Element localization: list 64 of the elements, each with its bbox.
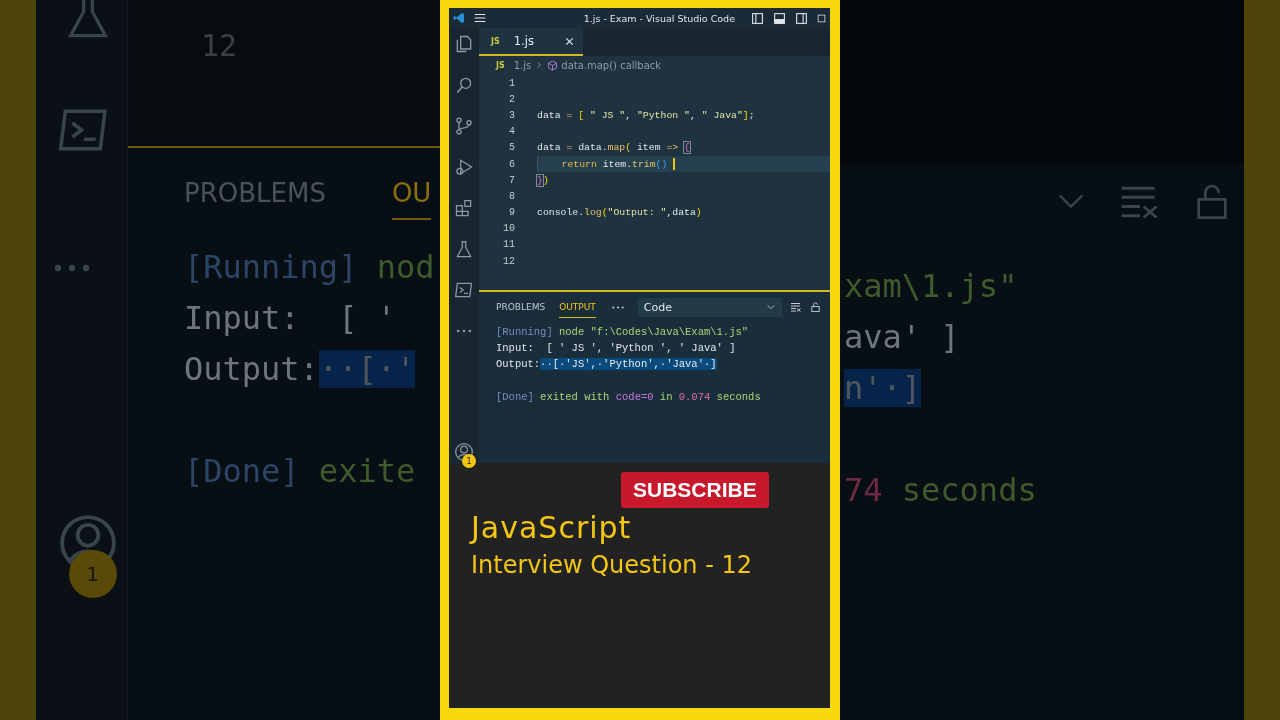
window-title: 1.js - Exam - Visual Studio Code	[582, 12, 736, 24]
code-line: data = [ " JS ", "Python ", " Java"];	[537, 109, 755, 121]
account-icon[interactable]	[454, 442, 474, 462]
lock-icon[interactable]	[809, 301, 821, 313]
blocks-icon[interactable]	[454, 198, 474, 218]
editor-tab[interactable]: JS 1.js	[479, 28, 583, 56]
output-line: Output:··[·'JS',·'Python',·'Java'·]	[496, 357, 718, 373]
more-icon[interactable]	[611, 305, 624, 309]
output-line: Input: [ '	[184, 298, 397, 339]
flask-icon[interactable]	[454, 239, 474, 259]
line-number: 7	[508, 174, 516, 186]
search-icon[interactable]	[454, 75, 474, 95]
notification-badge: 1	[462, 454, 476, 468]
code-line: console.log("Output: ",data)	[537, 207, 702, 219]
promo-title: JavaScript	[471, 510, 633, 545]
breadcrumb-item[interactable]: data.map() callback	[547, 59, 662, 71]
panel-tab[interactable]: OUTPUT	[559, 296, 596, 318]
output-line: ava' ]	[844, 317, 961, 358]
line-number: 1	[508, 77, 516, 89]
line-number: 12	[502, 255, 516, 267]
line-number: 4	[508, 126, 516, 138]
line-number: 8	[508, 190, 516, 202]
line-number: 9	[508, 207, 516, 219]
bracket-match-highlight: }	[537, 174, 543, 186]
notification-badge: 1	[68, 550, 117, 598]
line-number: 2	[508, 93, 516, 105]
output-line: xam\1.js"	[844, 266, 1019, 307]
clear-list-icon[interactable]	[789, 301, 802, 313]
branch-icon[interactable]	[454, 116, 474, 136]
chevron-down-icon	[765, 302, 776, 312]
play-bug-icon[interactable]	[454, 157, 474, 177]
promo-subtitle: Interview Question - 12	[471, 551, 754, 579]
app-logo-icon	[453, 12, 465, 24]
line-number: 6	[508, 158, 516, 170]
line-number: 5	[508, 142, 516, 154]
output-line: [Running] nod	[184, 247, 436, 288]
output-line: Output:··[·'	[184, 349, 417, 390]
line-number: 11	[502, 239, 516, 251]
sidebar-layout-icon[interactable]	[751, 11, 764, 25]
files-icon[interactable]	[454, 34, 474, 54]
line-number: 3	[508, 109, 516, 121]
output-line: [Done] exited with code=0 in 0.074 seconds	[496, 389, 762, 405]
chevron-right-icon	[535, 61, 544, 69]
panel-layout-icon[interactable]	[773, 11, 786, 25]
grid-layout-icon[interactable]	[817, 11, 826, 25]
code-line: data = data.map( item => {	[537, 142, 690, 154]
bracket-match-highlight: {	[684, 142, 690, 154]
output-line: 74 seconds	[844, 470, 1038, 511]
close-icon[interactable]	[564, 35, 575, 47]
split-layout-icon[interactable]	[795, 11, 808, 25]
cube-icon	[547, 59, 559, 71]
code-line: return item.trim()	[560, 158, 668, 170]
menu-icon[interactable]	[473, 11, 487, 25]
terminal-icon[interactable]	[454, 280, 474, 300]
panel-tab[interactable]: OU	[391, 178, 432, 220]
channel-dropdown[interactable]: Code	[637, 297, 782, 317]
line-number: 10	[502, 223, 516, 235]
subscribe-button[interactable]: SUBSCRIBE	[621, 472, 769, 508]
code-line: })	[537, 174, 549, 186]
output-line: [Done] exite	[184, 451, 417, 492]
panel-tab[interactable]: PROBLEMS	[496, 296, 546, 318]
output-line: Input: [ ' JS ', 'Python ', ' Java' ]	[496, 341, 737, 357]
breadcrumb-item[interactable]: JS 1.js	[496, 59, 532, 71]
output-line: [Running] node "f:\Codes\Java\Exam\1.js"	[496, 325, 750, 340]
